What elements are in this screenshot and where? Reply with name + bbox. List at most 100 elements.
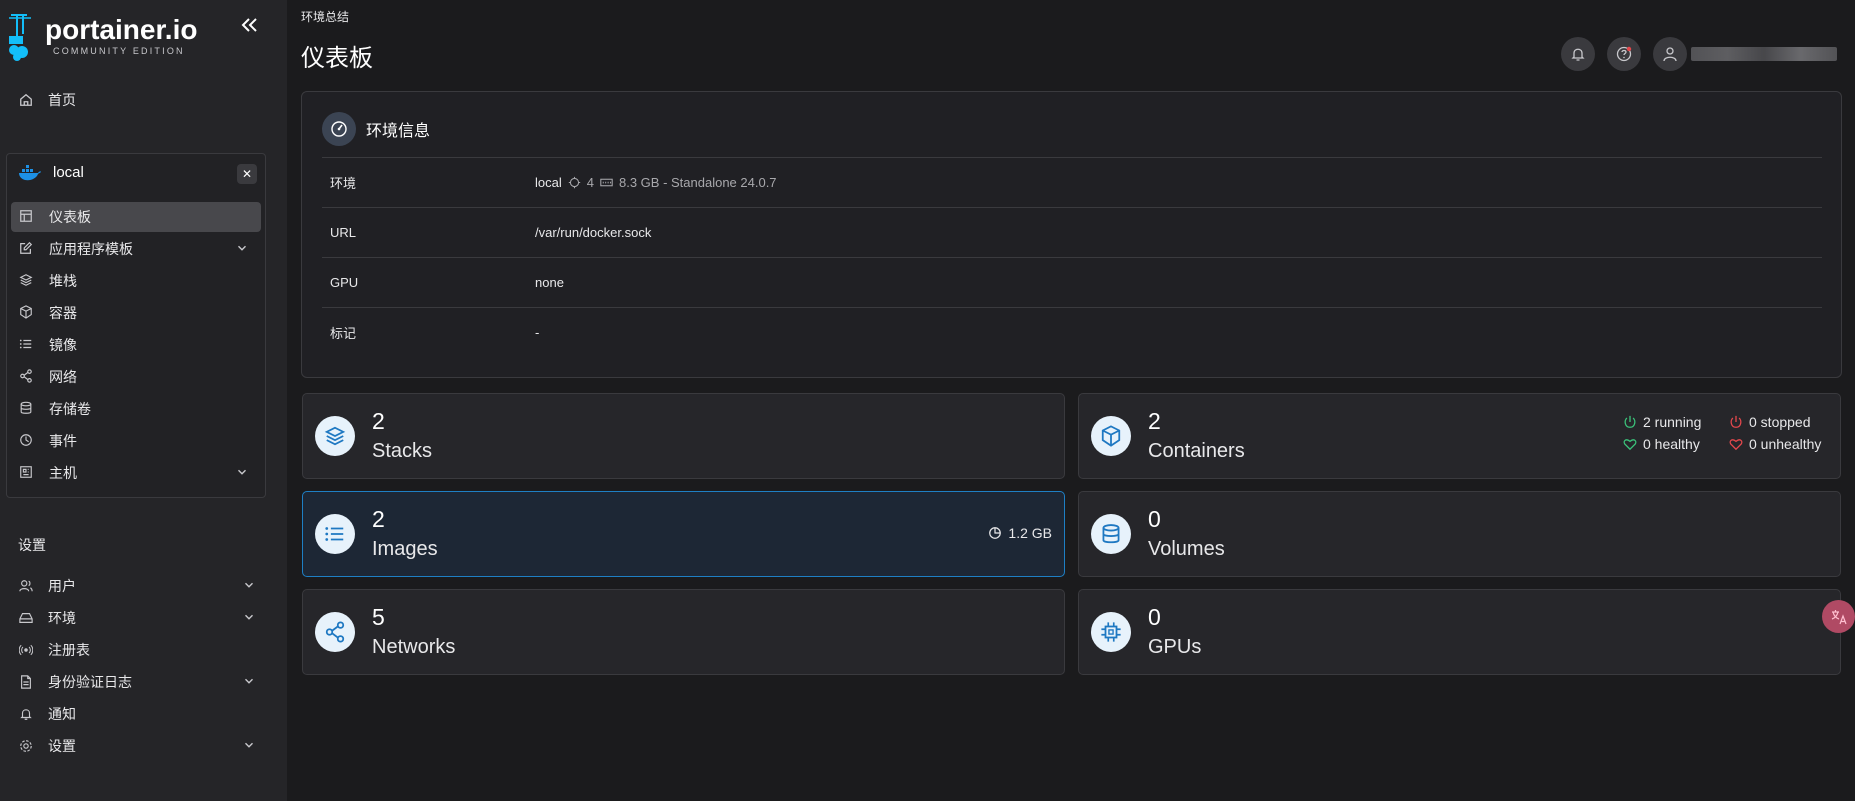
sidebar-item-environments[interactable]: 环境 bbox=[18, 606, 258, 630]
sidebar-item-label: 通知 bbox=[48, 706, 76, 722]
info-value: /var/run/docker.sock bbox=[535, 225, 652, 240]
info-value: local 4 8.3 GB - Standalone 24.0.7 bbox=[535, 175, 777, 190]
sidebar-item-label: 环境 bbox=[48, 610, 76, 626]
images-card[interactable]: 2 Images 1.2 GB bbox=[302, 491, 1065, 577]
info-row-environment: 环境 local 4 8.3 GB - Standalone 24.0.7 bbox=[322, 157, 1822, 207]
gpus-count: 0 bbox=[1148, 604, 1161, 630]
chevron-down-icon bbox=[235, 465, 251, 481]
networks-card[interactable]: 5 Networks bbox=[302, 589, 1065, 675]
sidebar-item-label: 镜像 bbox=[49, 337, 77, 353]
sidebar-item-label: 堆栈 bbox=[49, 273, 77, 289]
environment-value: local bbox=[535, 175, 562, 190]
home-icon bbox=[18, 92, 34, 108]
info-row-gpu: GPU none bbox=[322, 257, 1822, 307]
gpus-card[interactable]: 0 GPUs bbox=[1078, 589, 1841, 675]
sidebar-item-stacks[interactable]: 堆栈 bbox=[11, 266, 261, 296]
pie-chart-icon bbox=[989, 527, 1002, 539]
gear-icon bbox=[18, 738, 34, 754]
file-icon bbox=[18, 674, 34, 690]
running-stat: 2 running bbox=[1623, 414, 1701, 430]
volumes-card[interactable]: 0 Volumes bbox=[1078, 491, 1841, 577]
sidebar-item-label: 容器 bbox=[49, 305, 77, 321]
chevron-down-icon bbox=[242, 610, 258, 626]
sidebar-item-users[interactable]: 用户 bbox=[18, 574, 258, 598]
sidebar-item-home[interactable]: 首页 bbox=[18, 88, 258, 112]
gauge-icon bbox=[322, 112, 356, 146]
info-key: URL bbox=[330, 225, 357, 240]
chevron-down-icon bbox=[235, 241, 251, 257]
sidebar-item-volumes[interactable]: 存储卷 bbox=[11, 394, 261, 424]
memory-icon bbox=[600, 176, 613, 189]
sidebar-item-label: 主机 bbox=[49, 465, 77, 481]
sidebar-item-auth-logs[interactable]: 身份验证日志 bbox=[18, 670, 258, 694]
info-row-tags: 标记 - bbox=[322, 307, 1822, 357]
portainer-logo[interactable]: portainer.io COMMUNITY EDITION bbox=[5, 12, 205, 62]
memory-info: 8.3 GB - Standalone 24.0.7 bbox=[618, 175, 777, 190]
stacks-label: Stacks bbox=[372, 440, 433, 462]
chevrons-left-icon bbox=[241, 18, 257, 32]
containers-count: 2 bbox=[1148, 408, 1161, 434]
heart-icon bbox=[1623, 439, 1637, 451]
sidebar-item-label: 仪表板 bbox=[49, 209, 91, 225]
stacks-card[interactable]: 2 Stacks bbox=[302, 393, 1065, 479]
power-icon bbox=[1624, 415, 1636, 428]
images-count: 2 bbox=[372, 506, 385, 532]
sidebar-item-label: 注册表 bbox=[48, 642, 90, 658]
volumes-label: Volumes bbox=[1148, 538, 1225, 560]
heart-icon bbox=[1729, 439, 1743, 451]
images-size: 1.2 GB bbox=[988, 525, 1052, 541]
breadcrumb[interactable]: 环境总结 bbox=[301, 8, 349, 25]
containers-card[interactable]: 2 Containers 2 running 0 stopped 0 healt… bbox=[1078, 393, 1841, 479]
sidebar-item-containers[interactable]: 容器 bbox=[11, 298, 261, 328]
username-redacted[interactable] bbox=[1691, 47, 1837, 61]
unhealthy-stat: 0 unhealthy bbox=[1729, 436, 1821, 452]
sidebar-item-registries[interactable]: 注册表 bbox=[18, 638, 258, 662]
notifications-button[interactable] bbox=[1561, 37, 1595, 71]
box-icon bbox=[19, 305, 35, 321]
info-key: 环境 bbox=[330, 176, 357, 191]
sidebar-item-events[interactable]: 事件 bbox=[11, 426, 261, 456]
stopped-count: 0 stopped bbox=[1749, 414, 1811, 430]
help-button[interactable] bbox=[1607, 37, 1641, 71]
clock-icon bbox=[19, 433, 35, 449]
user-icon bbox=[1663, 47, 1677, 62]
help-circle-icon bbox=[1616, 46, 1632, 62]
crane-icon bbox=[9, 14, 31, 61]
user-menu-button[interactable] bbox=[1653, 37, 1687, 71]
sidebar-item-notifications[interactable]: 通知 bbox=[18, 702, 258, 726]
close-environment-button[interactable]: ✕ bbox=[237, 164, 257, 184]
info-value: - bbox=[535, 325, 540, 340]
stopped-stat: 0 stopped bbox=[1729, 414, 1811, 430]
environment-info-title: 环境信息 bbox=[366, 123, 431, 140]
bell-icon bbox=[18, 706, 34, 722]
translate-icon[interactable] bbox=[1822, 600, 1855, 633]
sidebar-item-label: 身份验证日志 bbox=[48, 674, 132, 690]
sidebar-item-label: 设置 bbox=[48, 738, 76, 754]
sidebar-item-app-templates[interactable]: 应用程序模板 bbox=[11, 234, 261, 264]
drive-icon bbox=[18, 610, 34, 626]
networks-count: 5 bbox=[372, 604, 385, 630]
cpu-count: 4 bbox=[586, 175, 594, 190]
sidebar-item-dashboard[interactable]: 仪表板 bbox=[11, 202, 261, 232]
sidebar-item-images[interactable]: 镜像 bbox=[11, 330, 261, 360]
environment-panel: local ✕ 仪表板 应用程序模板 堆栈 容器 镜像 网络 存储卷 事件 主机 bbox=[6, 153, 266, 498]
docker-icon bbox=[19, 164, 41, 180]
sidebar-item-networks[interactable]: 网络 bbox=[11, 362, 261, 392]
share-icon bbox=[19, 369, 35, 385]
sidebar-item-settings[interactable]: 设置 bbox=[18, 734, 258, 758]
images-size-value: 1.2 GB bbox=[1008, 525, 1052, 541]
sidebar-item-label: 事件 bbox=[49, 433, 77, 449]
radio-icon bbox=[18, 642, 34, 658]
volumes-count: 0 bbox=[1148, 506, 1161, 532]
images-label: Images bbox=[372, 538, 438, 560]
chevron-down-icon bbox=[242, 578, 258, 594]
sidebar-item-label: 首页 bbox=[48, 92, 76, 108]
brand-edition: COMMUNITY EDITION bbox=[53, 46, 185, 56]
sidebar-item-label: 应用程序模板 bbox=[49, 241, 133, 257]
collapse-sidebar-button[interactable] bbox=[238, 14, 262, 38]
gpus-label: GPUs bbox=[1148, 636, 1202, 658]
sidebar-item-host[interactable]: 主机 bbox=[11, 458, 261, 488]
edit-icon bbox=[19, 241, 35, 257]
healthy-stat: 0 healthy bbox=[1623, 436, 1700, 452]
chevron-down-icon bbox=[242, 674, 258, 690]
